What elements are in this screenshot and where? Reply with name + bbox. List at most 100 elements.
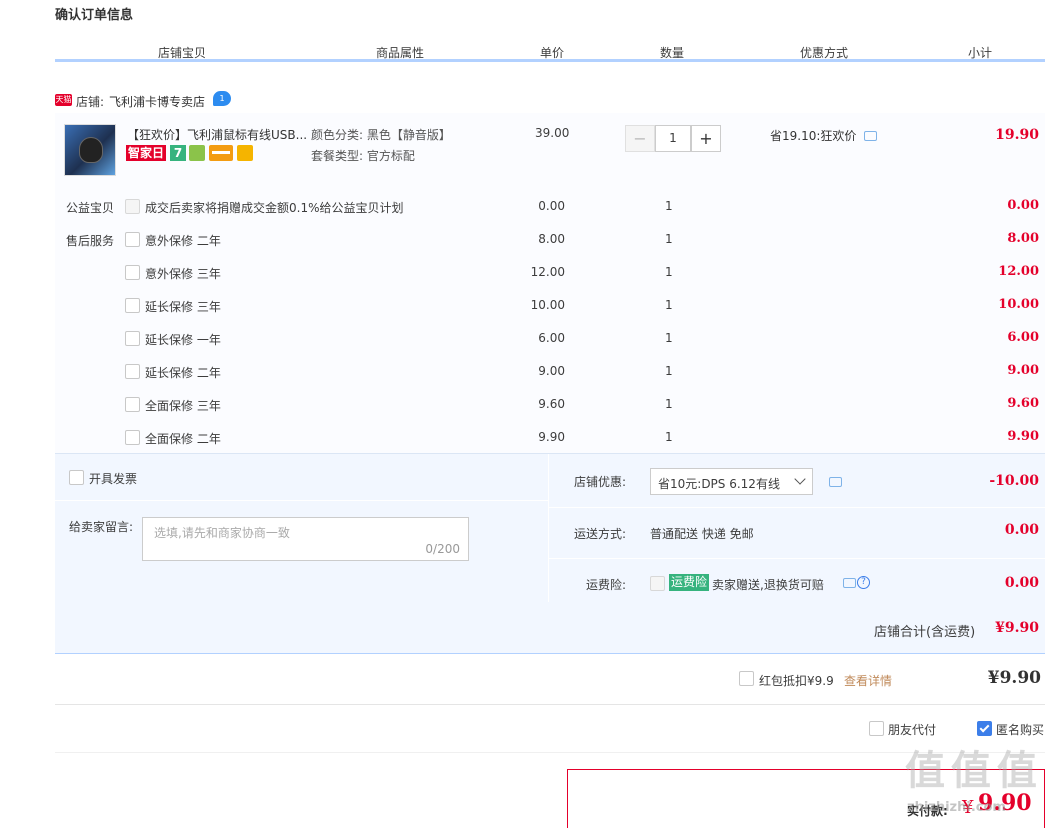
service-row[interactable]: 全面保修 三年 9.60 1 9.60 bbox=[55, 389, 1045, 422]
service-name: 延长保修 二年 bbox=[145, 366, 221, 380]
service-name: 意外保修 二年 bbox=[145, 234, 221, 248]
coupon-select[interactable]: 省10元:DPS 6.12有线 bbox=[650, 468, 813, 495]
service-price: 9.60 bbox=[538, 397, 565, 411]
service-checkbox[interactable] bbox=[125, 364, 140, 379]
coupon-amount: -10.00 bbox=[989, 473, 1039, 489]
redpacket-detail-link[interactable]: 查看详情 bbox=[844, 672, 892, 689]
chat-icon[interactable]: 1 bbox=[213, 91, 231, 106]
insurance-amount: 0.00 bbox=[1004, 575, 1039, 591]
service-name: 全面保修 二年 bbox=[145, 432, 221, 446]
coupon-select-value: 省10元:DPS 6.12有线 bbox=[658, 477, 780, 491]
service-price: 6.00 bbox=[538, 331, 565, 345]
shipping-label: 运送方式: bbox=[574, 527, 627, 541]
service-price: 9.90 bbox=[538, 430, 565, 444]
charity-checkbox bbox=[125, 199, 140, 214]
store-label: 店铺: bbox=[76, 95, 105, 109]
service-qty: 1 bbox=[665, 364, 673, 378]
service-name: 意外保修 三年 bbox=[145, 267, 221, 281]
service-price: 9.00 bbox=[538, 364, 565, 378]
tag-grid-icon bbox=[237, 145, 253, 161]
product-title[interactable]: 【狂欢价】飞利浦鼠标有线USB... bbox=[127, 126, 307, 143]
section-title: 确认订单信息 bbox=[55, 8, 134, 23]
tag-guarantee-icon bbox=[189, 145, 205, 161]
qty-input[interactable]: 1 bbox=[655, 125, 691, 152]
service-qty: 1 bbox=[665, 232, 673, 246]
tag-7day-return: 7 bbox=[170, 145, 186, 161]
service-row[interactable]: 延长保修 三年 10.00 1 10.00 bbox=[55, 290, 1045, 323]
item-price: 39.00 bbox=[535, 126, 570, 140]
service-subtotal: 9.60 bbox=[1007, 396, 1039, 411]
service-checkbox[interactable] bbox=[125, 232, 140, 247]
insurance-badge: 运费险 bbox=[669, 574, 710, 591]
charity-subtotal: 0.00 bbox=[1007, 198, 1039, 213]
service-checkbox[interactable] bbox=[125, 397, 140, 412]
tag-zhijiari: 智家日 bbox=[126, 145, 167, 161]
service-checkbox[interactable] bbox=[125, 298, 140, 313]
service-price: 8.00 bbox=[538, 232, 565, 246]
help-icon[interactable]: ? bbox=[857, 576, 870, 589]
mouse-icon bbox=[79, 137, 103, 163]
insurance-comment-icon[interactable] bbox=[843, 578, 856, 588]
service-price: 10.00 bbox=[530, 298, 565, 312]
service-name: 延长保修 三年 bbox=[145, 300, 221, 314]
message-input[interactable]: 选填,请先和商家协商一致 0/200 bbox=[142, 517, 469, 561]
shipping-value: 普通配送 快递 免邮 bbox=[650, 527, 754, 541]
service-name: 全面保修 三年 bbox=[145, 399, 221, 413]
anonymous-checkbox[interactable] bbox=[977, 721, 992, 736]
service-qty: 1 bbox=[665, 397, 673, 411]
check-icon bbox=[979, 722, 990, 733]
charity-qty: 1 bbox=[665, 199, 673, 213]
service-checkbox[interactable] bbox=[125, 430, 140, 445]
message-counter: 0/200 bbox=[425, 542, 460, 556]
anonymous-label: 匿名购买 bbox=[996, 723, 1045, 737]
chevron-down-icon bbox=[794, 473, 806, 485]
friend-pay-label: 朋友代付 bbox=[888, 723, 937, 737]
service-row[interactable]: 延长保修 二年 9.00 1 9.00 bbox=[55, 356, 1045, 389]
qty-plus-button[interactable]: + bbox=[691, 125, 721, 152]
store-total-label: 店铺合计(含运费) bbox=[874, 625, 976, 640]
invoice-checkbox[interactable] bbox=[69, 470, 84, 485]
message-placeholder: 选填,请先和商家协商一致 bbox=[154, 526, 290, 540]
service-subtotal: 9.90 bbox=[1007, 429, 1039, 444]
redpacket-checkbox[interactable] bbox=[739, 671, 754, 686]
redpacket-label: 红包抵扣¥9.9 bbox=[759, 674, 834, 688]
service-checkbox[interactable] bbox=[125, 331, 140, 346]
product-thumbnail[interactable] bbox=[64, 124, 116, 176]
qty-minus-button[interactable]: − bbox=[625, 125, 655, 152]
service-name: 延长保修 一年 bbox=[145, 333, 221, 347]
service-row[interactable]: 意外保修 三年 12.00 1 12.00 bbox=[55, 257, 1045, 290]
tag-card-icon bbox=[209, 145, 233, 161]
watermark-url: zhizhizhi.com bbox=[907, 800, 1006, 815]
service-subtotal: 9.00 bbox=[1007, 363, 1039, 378]
service-qty: 1 bbox=[665, 298, 673, 312]
message-label: 给卖家留言: bbox=[69, 520, 134, 534]
attr-color: 颜色分类: 黑色【静音版】 bbox=[311, 128, 451, 142]
insurance-checkbox bbox=[650, 576, 665, 591]
header-underline bbox=[55, 59, 1045, 62]
discount-text: 省19.10:狂欢价 bbox=[770, 129, 857, 143]
redpacket-amount: ¥9.90 bbox=[987, 668, 1041, 688]
service-row[interactable]: 延长保修 一年 6.00 1 6.00 bbox=[55, 323, 1045, 356]
service-checkbox[interactable] bbox=[125, 265, 140, 280]
coupon-comment-icon[interactable] bbox=[829, 477, 842, 487]
watermark-logo: 值 值 值 bbox=[905, 748, 1037, 794]
service-subtotal: 12.00 bbox=[998, 264, 1039, 279]
service-row[interactable]: 意外保修 二年 8.00 1 8.00 bbox=[55, 224, 1045, 257]
store-total-amount: ¥9.90 bbox=[995, 620, 1039, 636]
store-name[interactable]: 飞利浦卡博专卖店 bbox=[109, 93, 205, 110]
service-qty: 1 bbox=[665, 265, 673, 279]
friend-pay-checkbox[interactable] bbox=[869, 721, 884, 736]
charity-row: 公益宝贝 成交后卖家将捐赠成交金额0.1%给公益宝贝计划 0.00 1 0.00 bbox=[55, 191, 1045, 224]
coupon-label: 店铺优惠: bbox=[574, 475, 627, 489]
service-price: 12.00 bbox=[530, 265, 565, 279]
insurance-label: 运费险: bbox=[586, 578, 627, 592]
service-subtotal: 8.00 bbox=[1007, 231, 1039, 246]
service-qty: 1 bbox=[665, 331, 673, 345]
comment-icon[interactable] bbox=[864, 131, 877, 141]
service-row[interactable]: 全面保修 二年 9.90 1 9.90 bbox=[55, 422, 1045, 455]
tmall-icon: 天猫 bbox=[55, 94, 72, 106]
charity-label: 公益宝贝 bbox=[66, 201, 115, 215]
attr-package: 套餐类型: 官方标配 bbox=[311, 149, 415, 163]
charity-text: 成交后卖家将捐赠成交金额0.1%给公益宝贝计划 bbox=[145, 201, 404, 215]
insurance-text: 卖家赠送,退换货可赔 bbox=[712, 578, 824, 592]
